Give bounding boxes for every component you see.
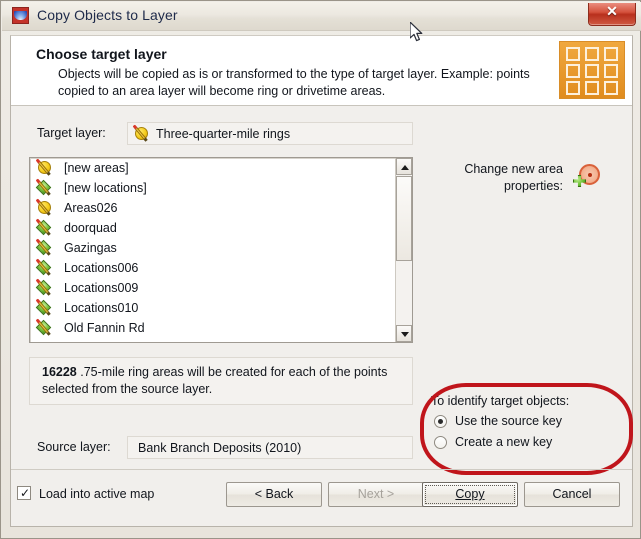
list-item[interactable]: Old Fannin Rd bbox=[30, 318, 412, 338]
list-item-label: Locations006 bbox=[64, 261, 139, 275]
radio-label: Use the source key bbox=[455, 414, 562, 428]
source-layer-field: Bank Branch Deposits (2010) bbox=[127, 436, 413, 459]
point-layer-icon bbox=[35, 179, 55, 196]
title-bar[interactable]: Copy Objects to Layer ✕ bbox=[2, 2, 641, 31]
page-title: Choose target layer bbox=[36, 46, 167, 62]
source-layer-value: Bank Branch Deposits (2010) bbox=[138, 441, 302, 455]
window-title: Copy Objects to Layer bbox=[37, 7, 178, 23]
app-window-icon bbox=[12, 7, 29, 24]
identify-target-objects-group: To identify target objects: Use the sour… bbox=[431, 394, 631, 453]
triangle-down-icon bbox=[401, 332, 409, 337]
point-layer-icon bbox=[35, 319, 55, 336]
scroll-down-button[interactable] bbox=[396, 325, 412, 342]
checkbox-box: ✓ bbox=[17, 486, 31, 500]
list-item[interactable]: Locations010 bbox=[30, 298, 412, 318]
layer-list[interactable]: [new areas] [new locations] Areas026 doo… bbox=[29, 157, 413, 343]
area-layer-icon bbox=[37, 160, 55, 176]
list-item-label: [new areas] bbox=[64, 161, 129, 175]
target-layer-field[interactable]: Three-quarter-mile rings bbox=[127, 122, 413, 145]
list-item-label: Old Fannin Rd bbox=[64, 321, 145, 335]
radio-create-new-key[interactable]: Create a new key bbox=[431, 432, 631, 453]
copy-button[interactable]: Copy bbox=[422, 482, 518, 507]
list-item-label: Locations009 bbox=[64, 281, 139, 295]
page-description: Objects will be copied as is or transfor… bbox=[58, 67, 530, 98]
focus-outline bbox=[425, 485, 515, 504]
screenshot-root: Copy Objects to Layer ✕ Choose target la… bbox=[0, 0, 641, 539]
list-item-label: Locations010 bbox=[64, 301, 139, 315]
source-layer-label: Source layer: bbox=[37, 440, 111, 454]
area-layer-icon bbox=[37, 200, 55, 216]
area-layer-icon bbox=[134, 126, 152, 142]
point-layer-icon bbox=[35, 219, 55, 236]
load-into-active-map-checkbox[interactable]: ✓ Load into active map bbox=[17, 486, 154, 502]
dialog-window: Copy Objects to Layer ✕ Choose target la… bbox=[0, 0, 641, 539]
ring-count: 16228 bbox=[42, 365, 77, 379]
radio-use-source-key[interactable]: Use the source key bbox=[431, 411, 631, 432]
radio-unselected-icon bbox=[434, 436, 447, 449]
point-layer-icon bbox=[35, 299, 55, 316]
triangle-up-icon bbox=[401, 165, 409, 170]
list-item[interactable]: doorquad bbox=[30, 218, 412, 238]
list-item-label: [new locations] bbox=[64, 181, 147, 195]
info-message: 16228 .75-mile ring areas will be create… bbox=[29, 357, 413, 405]
list-item[interactable]: Locations006 bbox=[30, 258, 412, 278]
footer-divider bbox=[11, 469, 632, 470]
back-button[interactable]: < Back bbox=[226, 482, 322, 507]
list-item[interactable]: Gazingas bbox=[30, 238, 412, 258]
point-layer-icon bbox=[35, 239, 55, 256]
back-button-label: < Back bbox=[254, 487, 294, 501]
grid-of-squares-icon bbox=[559, 41, 625, 99]
list-item[interactable]: Areas026 bbox=[30, 198, 412, 218]
close-icon: ✕ bbox=[606, 5, 618, 20]
point-layer-icon bbox=[35, 259, 55, 276]
change-properties-label: Change new area properties: bbox=[464, 162, 563, 193]
ring-area-properties-icon[interactable] bbox=[573, 164, 601, 190]
check-icon: ✓ bbox=[20, 486, 31, 500]
mouse-cursor bbox=[410, 22, 423, 42]
header-band: Choose target layer Objects will be copi… bbox=[11, 36, 632, 106]
list-item[interactable]: Locations009 bbox=[30, 278, 412, 298]
list-item-label: Gazingas bbox=[64, 241, 117, 255]
scroll-up-button[interactable] bbox=[396, 158, 412, 175]
scrollbar-thumb[interactable] bbox=[396, 176, 412, 261]
list-item-label: doorquad bbox=[64, 221, 117, 235]
list-item[interactable]: [new areas] bbox=[30, 158, 412, 178]
radio-label: Create a new key bbox=[455, 435, 553, 449]
list-scrollbar[interactable] bbox=[395, 158, 412, 342]
target-layer-label: Target layer: bbox=[37, 126, 106, 140]
point-layer-icon bbox=[35, 279, 55, 296]
info-text: .75-mile ring areas will be created for … bbox=[42, 365, 388, 396]
checkbox-label: Load into active map bbox=[39, 487, 155, 501]
list-item[interactable]: [new locations] bbox=[30, 178, 412, 198]
next-button-label: Next > bbox=[357, 487, 395, 501]
cancel-button[interactable]: Cancel bbox=[524, 482, 620, 507]
target-layer-value: Three-quarter-mile rings bbox=[156, 127, 291, 141]
cancel-button-label: Cancel bbox=[552, 487, 592, 501]
next-button: Next > bbox=[328, 482, 424, 507]
list-item-label: Areas026 bbox=[64, 201, 118, 215]
radio-selected-icon bbox=[434, 415, 447, 428]
close-button[interactable]: ✕ bbox=[588, 3, 636, 26]
identify-group-label: To identify target objects: bbox=[431, 394, 570, 408]
